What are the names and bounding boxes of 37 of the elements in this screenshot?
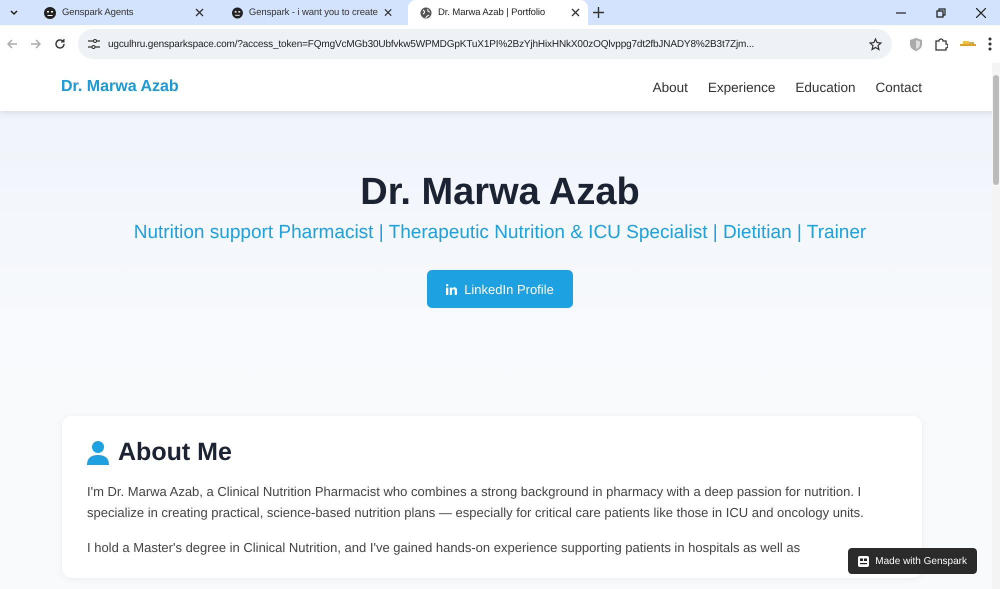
puzzle-icon[interactable] <box>934 37 948 51</box>
star-icon[interactable] <box>869 38 882 50</box>
paragraph: I hold a Master's degree in Clinical Nutrition, and I've gained hands-on experience supporting patients in hospitals as well as <box>87 539 802 557</box>
tab-title: Genspark Agents <box>62 7 134 18</box>
reload-icon[interactable] <box>54 38 66 50</box>
close-icon[interactable] <box>976 8 986 18</box>
close-icon[interactable] <box>384 8 392 17</box>
genspark-icon <box>858 556 870 566</box>
linkedin-icon <box>446 284 458 294</box>
new-tab-icon[interactable] <box>593 7 604 18</box>
menu-icon[interactable] <box>988 37 992 51</box>
nav-link[interactable]: Contact <box>875 80 922 94</box>
close-icon[interactable] <box>195 8 204 17</box>
nav-link[interactable]: About <box>652 80 688 94</box>
face-icon <box>44 6 56 18</box>
address-bar[interactable]: ugculhru.gensparkspace.com/?access_token=FQmgVcMGb30Ubfvkw5WPMDGpKTuX1PI%2BzYjhHixHNkX00zOQlvppg7dt2fbJNADY8%2B3t7Zjm... <box>78 29 892 59</box>
browser-tab[interactable]: Genspark - i want you to create <box>220 0 400 25</box>
face-icon <box>232 6 243 18</box>
tab-title: Genspark - i want you to create <box>248 7 378 18</box>
site-settings-icon[interactable] <box>88 38 100 50</box>
nav-link[interactable]: Experience <box>708 80 776 94</box>
browser-tab[interactable]: Dr. Marwa Azab | Portfolio <box>408 0 588 25</box>
globe-icon <box>420 6 432 18</box>
person-icon <box>87 440 109 464</box>
made-with-badge[interactable]: Made with Genspark <box>848 548 977 574</box>
close-icon[interactable] <box>571 8 580 17</box>
scrollbar[interactable] <box>992 63 1000 589</box>
hero-tagline: Nutrition support Pharmacist | Therapeutic Nutrition & ICU Specialist | Dietitian | Trainer <box>134 222 866 244</box>
tab-title: Dr. Marwa Azab | Portfolio <box>438 7 546 18</box>
restore-icon[interactable] <box>936 8 946 18</box>
section-heading: About Me <box>118 438 232 467</box>
hero-name: Dr. Marwa Azab <box>360 171 640 214</box>
browser-tab[interactable]: Genspark Agents <box>32 0 212 25</box>
nav-link[interactable]: Education <box>795 80 856 94</box>
tab-list-icon[interactable] <box>9 8 19 18</box>
paragraph: I'm Dr. Marwa Azab, a Clinical Nutrition Pharmacist who combines a strong background in pharmacy with a deep passion for nutrition. I specialize in creating practical, science-based nutrition plans — especially for critical care patients like those in ICU and oncology units. <box>87 483 865 522</box>
url-text: ugculhru.gensparkspace.com/?access_token=FQmgVcMGb30Ubfvkw5WPMDGpKTuX1PI%2BzYjhHixHNkX00zOQlvppg7dt2fbJNADY8%2B3t7Zjm... <box>108 38 756 50</box>
